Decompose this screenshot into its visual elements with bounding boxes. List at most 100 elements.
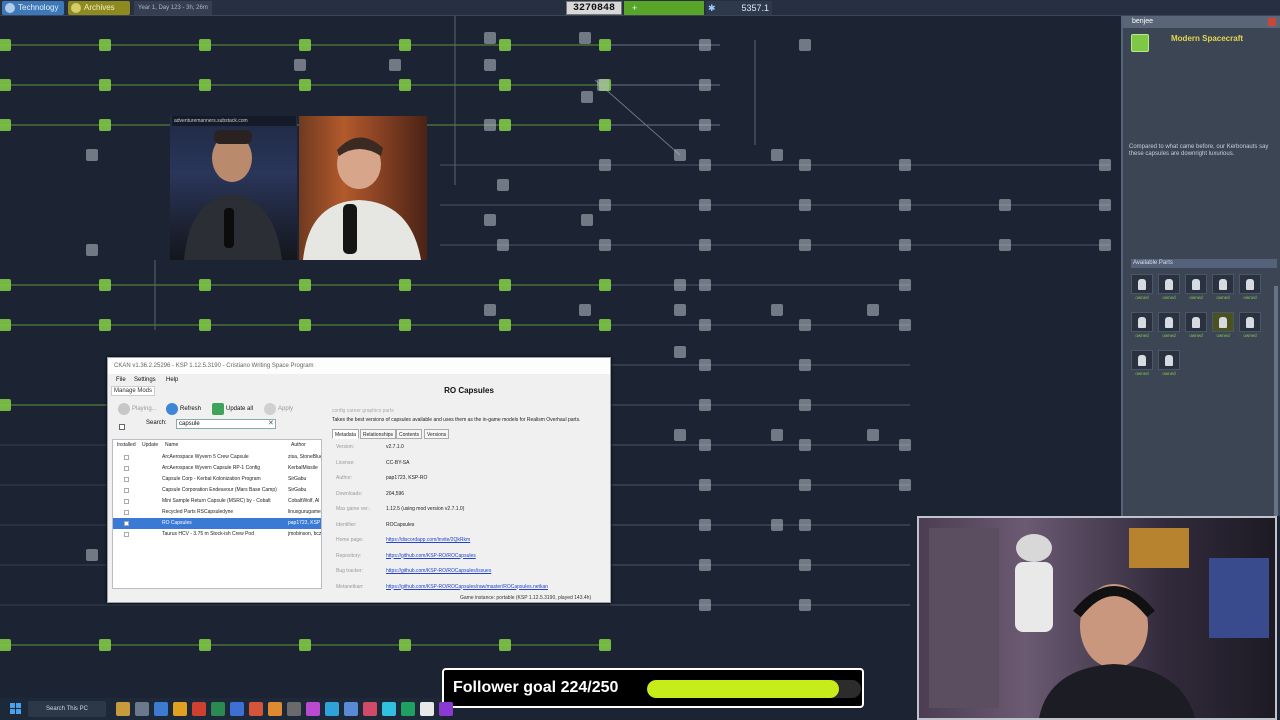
tech-node[interactable]: [0, 319, 11, 331]
tech-node[interactable]: [799, 559, 811, 571]
tech-node[interactable]: [699, 399, 711, 411]
metadata-link[interactable]: https://github.com/KSP-RO/ROCapsules/raw…: [386, 584, 548, 590]
tech-node[interactable]: [699, 119, 711, 131]
tech-node[interactable]: [699, 599, 711, 611]
taskbar-app-icon[interactable]: [382, 702, 396, 716]
taskbar-app-icon[interactable]: [249, 702, 263, 716]
tech-node[interactable]: [199, 79, 211, 91]
taskbar-app-icon[interactable]: [401, 702, 415, 716]
tech-node[interactable]: [597, 79, 609, 91]
tech-node[interactable]: [771, 149, 783, 161]
tech-node[interactable]: [899, 159, 911, 171]
tech-node[interactable]: [399, 319, 411, 331]
tech-node[interactable]: [484, 32, 496, 44]
tech-node[interactable]: [86, 549, 98, 561]
tech-node[interactable]: [399, 39, 411, 51]
part-slot[interactable]: [1131, 312, 1153, 332]
apply-button[interactable]: Apply: [264, 403, 293, 415]
mod-row[interactable]: Taurus HCV - 3.75 m Stock-ish Crew Pod jm…: [113, 529, 321, 540]
tech-node[interactable]: [699, 479, 711, 491]
tab-versions[interactable]: Versions: [424, 429, 450, 439]
tech-node[interactable]: [299, 319, 311, 331]
tech-node[interactable]: [799, 519, 811, 531]
tech-node[interactable]: [699, 439, 711, 451]
tech-node[interactable]: [799, 239, 811, 251]
tech-node[interactable]: [899, 279, 911, 291]
tech-node[interactable]: [581, 91, 593, 103]
tech-node[interactable]: [484, 119, 496, 131]
tech-node[interactable]: [484, 59, 496, 71]
part-slot[interactable]: [1185, 312, 1207, 332]
installed-checkbox[interactable]: [124, 510, 129, 515]
tech-node[interactable]: [867, 429, 879, 441]
menu-help[interactable]: Help: [166, 375, 178, 385]
tech-node[interactable]: [86, 149, 98, 161]
tech-node[interactable]: [999, 239, 1011, 251]
panel-scrollbar[interactable]: [1274, 286, 1278, 516]
part-slot[interactable]: [1239, 312, 1261, 332]
column-installed[interactable]: Installed: [117, 440, 136, 450]
tech-node[interactable]: [0, 399, 11, 411]
installed-checkbox[interactable]: [124, 455, 129, 460]
tech-node[interactable]: [799, 199, 811, 211]
mod-row[interactable]: RO Capsules pap1723, KSP: [113, 518, 321, 529]
tech-node[interactable]: [899, 439, 911, 451]
tech-node[interactable]: [199, 279, 211, 291]
clear-search-icon[interactable]: ✕: [268, 419, 274, 429]
tech-node[interactable]: [799, 599, 811, 611]
taskbar-app-icon[interactable]: [287, 702, 301, 716]
tab-relationships[interactable]: Relationships: [360, 429, 397, 439]
installed-checkbox[interactable]: [124, 499, 129, 504]
tech-node[interactable]: [699, 199, 711, 211]
tech-node[interactable]: [599, 119, 611, 131]
tech-node[interactable]: [699, 39, 711, 51]
tech-node[interactable]: [497, 239, 509, 251]
tech-node[interactable]: [499, 79, 511, 91]
tech-node[interactable]: [899, 319, 911, 331]
tech-node[interactable]: [99, 319, 111, 331]
tech-node[interactable]: [299, 639, 311, 651]
tech-node[interactable]: [0, 79, 11, 91]
taskbar-app-icon[interactable]: [230, 702, 244, 716]
tech-node[interactable]: [499, 279, 511, 291]
tab-manage-mods[interactable]: Manage Mods: [111, 386, 156, 396]
tech-node[interactable]: [699, 359, 711, 371]
tech-node[interactable]: [674, 346, 686, 358]
taskbar-app-icon[interactable]: [439, 702, 453, 716]
tech-node[interactable]: [199, 319, 211, 331]
part-slot[interactable]: [1212, 312, 1234, 332]
tech-node[interactable]: [299, 79, 311, 91]
taskbar-app-icon[interactable]: [116, 702, 130, 716]
part-slot[interactable]: [1185, 274, 1207, 294]
tech-node[interactable]: [0, 39, 11, 51]
tech-node[interactable]: [799, 479, 811, 491]
tech-node[interactable]: [674, 429, 686, 441]
tech-node[interactable]: [699, 79, 711, 91]
tech-node[interactable]: [1099, 199, 1111, 211]
menu-file[interactable]: File: [116, 375, 126, 385]
tech-node[interactable]: [484, 304, 496, 316]
tech-node[interactable]: [399, 279, 411, 291]
taskbar-app-icon[interactable]: [154, 702, 168, 716]
search-input[interactable]: capsule: [176, 419, 276, 429]
windows-start-icon[interactable]: [10, 703, 21, 714]
tech-node[interactable]: [86, 244, 98, 256]
tech-node[interactable]: [674, 149, 686, 161]
tech-node[interactable]: [699, 159, 711, 171]
taskbar-app-icon[interactable]: [192, 702, 206, 716]
tech-node[interactable]: [299, 39, 311, 51]
part-slot[interactable]: [1158, 274, 1180, 294]
tech-node[interactable]: [674, 304, 686, 316]
update-all-button[interactable]: Update all: [212, 403, 253, 415]
tech-node[interactable]: [0, 119, 11, 131]
tech-node[interactable]: [199, 639, 211, 651]
part-slot[interactable]: [1131, 274, 1153, 294]
metadata-link[interactable]: https://discordapp.com/invite/2QkRkm: [386, 537, 470, 543]
tech-node[interactable]: [99, 39, 111, 51]
column-name[interactable]: Name: [165, 440, 178, 450]
tech-node[interactable]: [99, 79, 111, 91]
tech-node[interactable]: [399, 79, 411, 91]
tech-node[interactable]: [799, 39, 811, 51]
taskbar-app-icon[interactable]: [420, 702, 434, 716]
tech-node[interactable]: [799, 319, 811, 331]
